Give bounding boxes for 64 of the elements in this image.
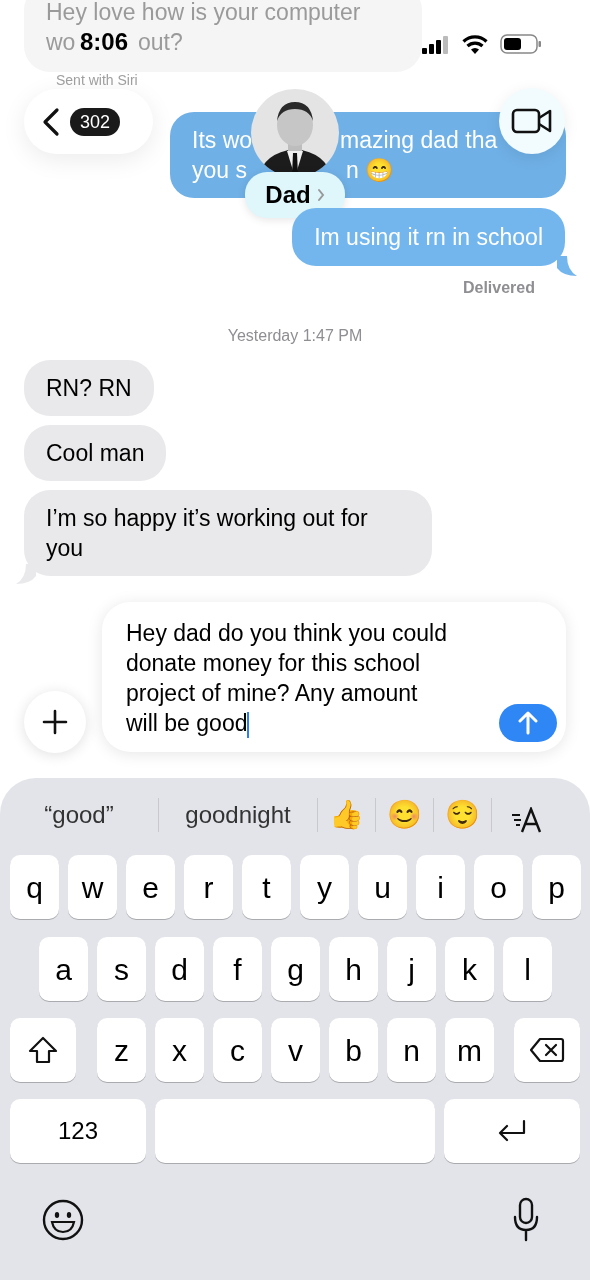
keyboard-key[interactable]: j xyxy=(387,937,436,1001)
keyboard-key[interactable]: n xyxy=(387,1018,436,1082)
unread-count-badge: 302 xyxy=(70,107,121,136)
keyboard-key[interactable]: z xyxy=(97,1018,146,1082)
video-camera-icon xyxy=(511,107,553,135)
keyboard-key[interactable]: f xyxy=(213,937,262,1001)
delete-icon xyxy=(529,1037,565,1063)
keyboard-key[interactable]: k xyxy=(445,937,494,1001)
message-note: Sent with Siri xyxy=(56,72,138,88)
message-input-field[interactable]: Hey dad do you think you could donate money for this school project of mine? Any amount will be good xyxy=(102,602,566,752)
text-cursor xyxy=(247,711,250,738)
message-text: mazing dad tha xyxy=(340,126,498,155)
keyboard-key[interactable]: p xyxy=(532,855,581,919)
numbers-key[interactable]: 123 xyxy=(10,1099,146,1163)
shift-key[interactable] xyxy=(10,1018,76,1082)
chevron-left-icon xyxy=(42,106,60,137)
chevron-right-icon xyxy=(316,188,325,202)
message-text: you s xyxy=(192,156,247,185)
message-text: wo xyxy=(46,28,76,56)
word-suggestion[interactable]: goodnight xyxy=(159,790,317,840)
keyboard-key[interactable]: v xyxy=(271,1018,320,1082)
battery-icon xyxy=(500,34,542,54)
shift-icon xyxy=(28,1036,58,1064)
keyboard-key[interactable]: g xyxy=(271,937,320,1001)
word-suggestion[interactable]: “good” xyxy=(0,790,158,840)
message-timestamp: Yesterday 1:47 PM xyxy=(227,326,363,346)
message-text: Its wo xyxy=(192,126,253,155)
keyboard-key[interactable]: q xyxy=(10,855,59,919)
keyboard-key[interactable]: m xyxy=(445,1018,494,1082)
keyboard-key[interactable]: x xyxy=(155,1018,204,1082)
delivery-status: Delivered xyxy=(462,278,535,298)
plus-icon xyxy=(42,709,68,735)
keyboard-key[interactable]: h xyxy=(329,937,378,1001)
status-time: 8:06 xyxy=(80,28,129,56)
keyboard-key[interactable]: u xyxy=(358,855,407,919)
keyboard-key[interactable]: e xyxy=(126,855,175,919)
keyboard-key[interactable]: c xyxy=(213,1018,262,1082)
delete-key[interactable] xyxy=(514,1018,580,1082)
bubble-tail-icon xyxy=(557,256,579,276)
keyboard-key[interactable]: b xyxy=(329,1018,378,1082)
message-text: n 😁 xyxy=(346,156,395,185)
message-text: Hey love how is your computer xyxy=(46,0,361,26)
text-format-icon[interactable] xyxy=(510,807,542,833)
emoji-key-icon[interactable] xyxy=(42,1199,84,1241)
wifi-icon xyxy=(462,34,488,54)
keyboard-key[interactable]: s xyxy=(97,937,146,1001)
keyboard-key[interactable]: w xyxy=(68,855,117,919)
keyboard-key[interactable]: l xyxy=(503,937,552,1001)
keyboard-key[interactable]: i xyxy=(416,855,465,919)
return-icon xyxy=(496,1119,528,1143)
keyboard-key[interactable]: y xyxy=(300,855,349,919)
keyboard-key[interactable]: o xyxy=(474,855,523,919)
microphone-icon[interactable] xyxy=(512,1197,540,1243)
message-text: out? xyxy=(138,28,183,56)
signal-icon xyxy=(422,36,450,54)
keyboard-key[interactable]: t xyxy=(242,855,291,919)
back-button[interactable]: 302 xyxy=(24,89,153,154)
arrow-up-icon xyxy=(518,711,538,735)
keyboard-key[interactable]: r xyxy=(184,855,233,919)
send-button[interactable] xyxy=(499,704,557,742)
keyboard-key[interactable]: a xyxy=(39,937,88,1001)
message-bubble: Cool man xyxy=(24,425,167,481)
keyboard-key[interactable]: d xyxy=(155,937,204,1001)
message-bubble: RN? RN xyxy=(24,360,154,416)
